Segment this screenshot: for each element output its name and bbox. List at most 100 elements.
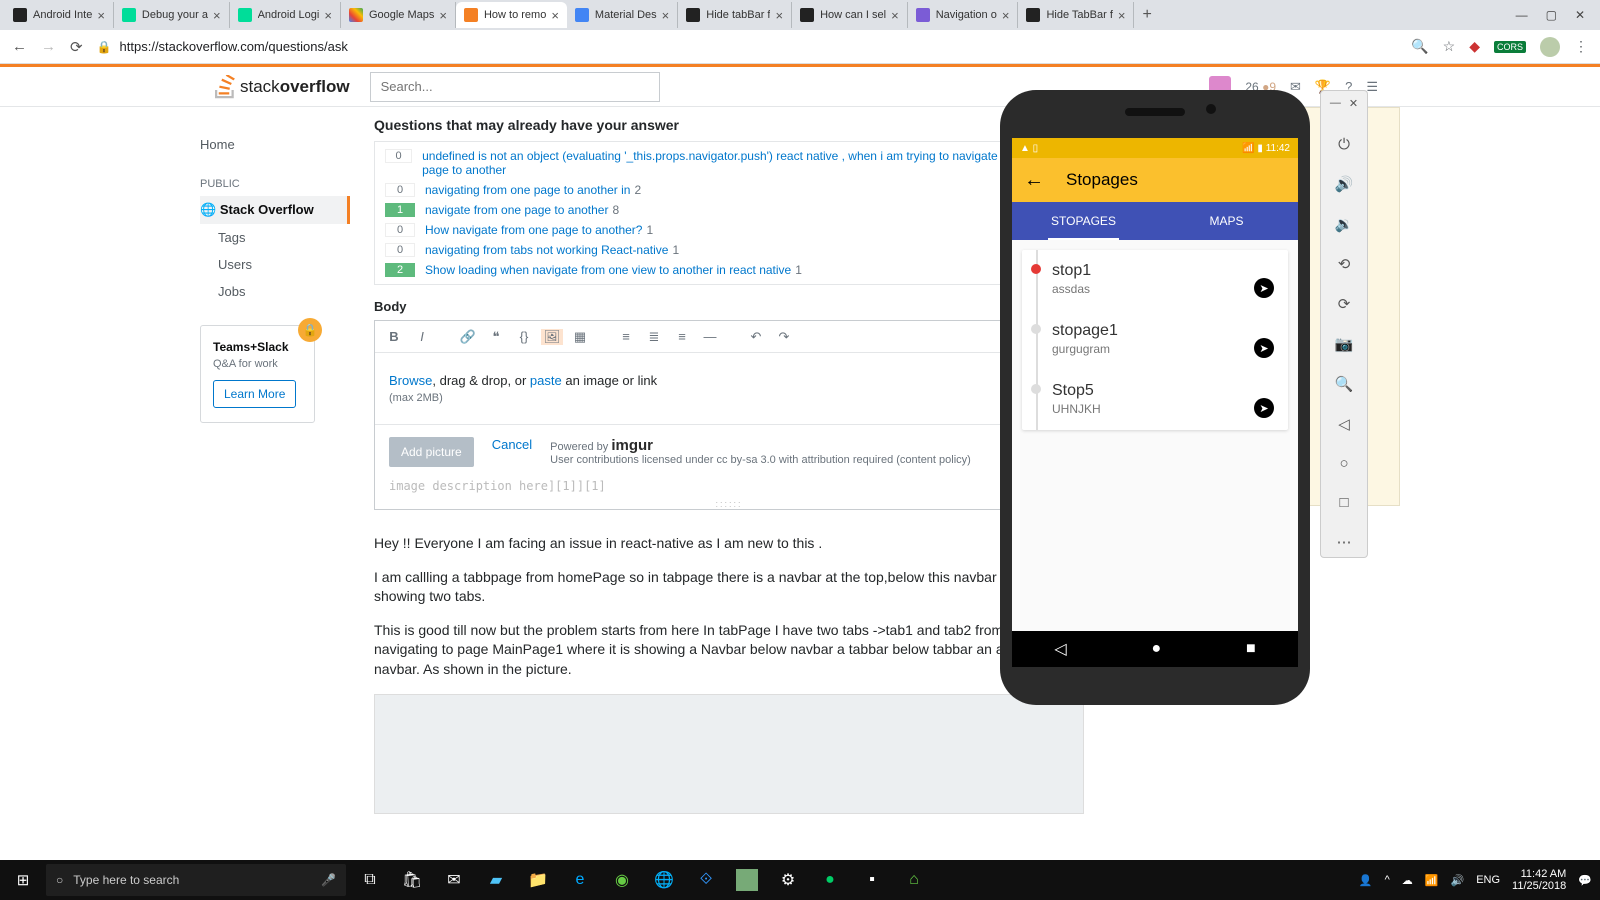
reload-button[interactable]: ⟳: [70, 38, 83, 56]
store-icon[interactable]: 🛍: [400, 868, 424, 892]
back-button[interactable]: ←: [12, 38, 27, 55]
close-tab-icon[interactable]: ×: [97, 8, 105, 23]
search-input[interactable]: [370, 72, 660, 102]
close-tab-icon[interactable]: ×: [662, 8, 670, 23]
similar-questions-list[interactable]: 0undefined is not an object (evaluating …: [374, 141, 1084, 285]
vscode-icon[interactable]: ⟐: [694, 868, 718, 892]
qa-row[interactable]: 0undefined is not an object (evaluating …: [375, 146, 1083, 180]
chrome-icon[interactable]: 🌐: [652, 868, 676, 892]
heading-button[interactable]: ≡: [671, 329, 693, 344]
zoom-icon[interactable]: 🔍: [1335, 375, 1354, 393]
app-icon-3[interactable]: ●: [818, 868, 842, 892]
new-tab-button[interactable]: +: [1134, 6, 1159, 24]
sidebar-item-stackoverflow[interactable]: 🌐 Stack Overflow: [200, 196, 350, 224]
browser-tab[interactable]: Google Maps×: [341, 2, 456, 28]
bold-button[interactable]: B: [383, 329, 405, 344]
language-icon[interactable]: ENG: [1476, 874, 1500, 886]
explorer-icon[interactable]: 📁: [526, 868, 550, 892]
browser-tab[interactable]: Android Inte×: [5, 2, 114, 28]
action-center-icon[interactable]: 💬: [1578, 874, 1592, 887]
browser-tab[interactable]: Navigation o×: [908, 2, 1019, 28]
menu-icon[interactable]: ⋮: [1574, 38, 1588, 55]
redo-button[interactable]: ↷: [773, 329, 795, 345]
emu-back-icon[interactable]: ◁: [1338, 415, 1350, 433]
rotate-right-icon[interactable]: ⟳: [1338, 295, 1351, 313]
sidebar-item-jobs[interactable]: Jobs: [200, 278, 350, 305]
ulist-button[interactable]: ≣: [643, 329, 665, 345]
qa-link[interactable]: undefined is not an object (evaluating '…: [422, 149, 1062, 177]
terminal-icon[interactable]: ▪: [860, 868, 884, 892]
rotate-left-icon[interactable]: ⟲: [1338, 255, 1351, 273]
star-icon[interactable]: ☆: [1443, 38, 1456, 55]
qa-link[interactable]: navigate from one page to another: [425, 203, 608, 217]
profile-avatar[interactable]: [1540, 37, 1560, 57]
task-view-icon[interactable]: ⧉: [358, 868, 382, 892]
qa-link[interactable]: How navigate from one page to another?: [425, 223, 642, 237]
sidebar-item-home[interactable]: Home: [200, 131, 350, 158]
cancel-button[interactable]: Cancel: [492, 437, 532, 452]
onedrive-icon[interactable]: ☁: [1402, 874, 1413, 887]
stop-item[interactable]: Stop5UHNJKH➤: [1036, 370, 1288, 430]
volume-down-icon[interactable]: 🔉: [1335, 215, 1354, 233]
network-icon[interactable]: 📶: [1425, 874, 1439, 887]
stop-item[interactable]: stopage1gurgugram➤: [1036, 310, 1288, 370]
compass-icon[interactable]: ➤: [1254, 278, 1274, 298]
browser-tab[interactable]: Hide TabBar f×: [1018, 2, 1134, 28]
resize-grip[interactable]: ::::::: [375, 499, 1083, 509]
close-tab-icon[interactable]: ×: [439, 8, 447, 23]
browser-tab[interactable]: Debug your a×: [114, 2, 230, 28]
qa-row[interactable]: 1navigate from one page to another8: [375, 200, 1083, 220]
qa-row[interactable]: 0navigating from one page to another in2: [375, 180, 1083, 200]
sidebar-item-tags[interactable]: Tags: [200, 224, 350, 251]
power-icon[interactable]: ⏻: [1338, 136, 1350, 153]
browser-tab[interactable]: Android Logi×: [230, 2, 341, 28]
browse-link[interactable]: Browse: [389, 373, 432, 388]
browser-tab[interactable]: How can I sel×: [792, 2, 908, 28]
back-icon[interactable]: ←: [1024, 169, 1044, 192]
site-switcher-icon[interactable]: ☰: [1366, 79, 1378, 95]
compass-icon[interactable]: ➤: [1254, 338, 1274, 358]
close-tab-icon[interactable]: ×: [324, 8, 332, 23]
qa-link[interactable]: navigating from tabs not working React-n…: [425, 243, 668, 257]
volume-up-icon[interactable]: 🔊: [1335, 175, 1354, 193]
avd-icon[interactable]: ⌂: [902, 868, 926, 892]
qa-link[interactable]: navigating from one page to another in: [425, 183, 630, 197]
settings-icon[interactable]: ⚙: [776, 868, 800, 892]
editor-textarea-preview[interactable]: image description here][1]][1]: [375, 479, 1083, 499]
android-studio-icon[interactable]: ◉: [610, 868, 634, 892]
camera-icon[interactable]: 📷: [1335, 335, 1354, 353]
undo-button[interactable]: ↶: [745, 329, 767, 345]
tab-stopages[interactable]: STOPAGES: [1012, 202, 1155, 240]
stop-item[interactable]: stop1assdas➤: [1036, 250, 1288, 310]
emu-home-icon[interactable]: ○: [1339, 455, 1348, 472]
extension-icon-2[interactable]: CORS: [1494, 41, 1526, 53]
taskbar-search[interactable]: ○ Type here to search 🎤: [46, 864, 346, 896]
code-button[interactable]: {}: [513, 329, 535, 344]
people-icon[interactable]: 👤: [1359, 874, 1373, 887]
close-tab-icon[interactable]: ×: [891, 8, 899, 23]
paste-link[interactable]: paste: [530, 373, 562, 388]
app-icon-1[interactable]: ▰: [484, 868, 508, 892]
volume-icon[interactable]: 🔊: [1451, 874, 1465, 887]
tray-chevron-icon[interactable]: ^: [1385, 874, 1390, 886]
close-window-icon[interactable]: ✕: [1575, 8, 1585, 22]
mail-icon[interactable]: ✉: [442, 868, 466, 892]
add-picture-button[interactable]: Add picture: [389, 437, 474, 467]
nav-back-icon[interactable]: ◁: [1054, 639, 1066, 659]
sidebar-item-users[interactable]: Users: [200, 251, 350, 278]
qa-row[interactable]: 2Show loading when navigate from one vie…: [375, 260, 1083, 280]
extension-icon[interactable]: ◆: [1469, 38, 1480, 55]
taskbar-clock[interactable]: 11:42 AM11/25/2018: [1512, 868, 1566, 892]
hr-button[interactable]: —: [699, 329, 721, 344]
forward-button[interactable]: →: [41, 38, 56, 55]
phone-screen[interactable]: ▲ ▯ 📶 ▮ 11:42 ← Stopages STOPAGES MAPS s…: [1012, 138, 1298, 667]
emu-overview-icon[interactable]: □: [1339, 494, 1348, 511]
link-button[interactable]: 🔗: [457, 329, 479, 345]
browser-tab[interactable]: Hide tabBar f×: [678, 2, 792, 28]
qa-row[interactable]: 0navigating from tabs not working React-…: [375, 240, 1083, 260]
nav-recent-icon[interactable]: ■: [1246, 640, 1256, 658]
zoom-icon[interactable]: 🔍: [1411, 38, 1428, 55]
browser-tab[interactable]: Material Des×: [567, 2, 678, 28]
close-tab-icon[interactable]: ×: [551, 8, 559, 23]
more-icon[interactable]: ⋯: [1337, 533, 1352, 551]
